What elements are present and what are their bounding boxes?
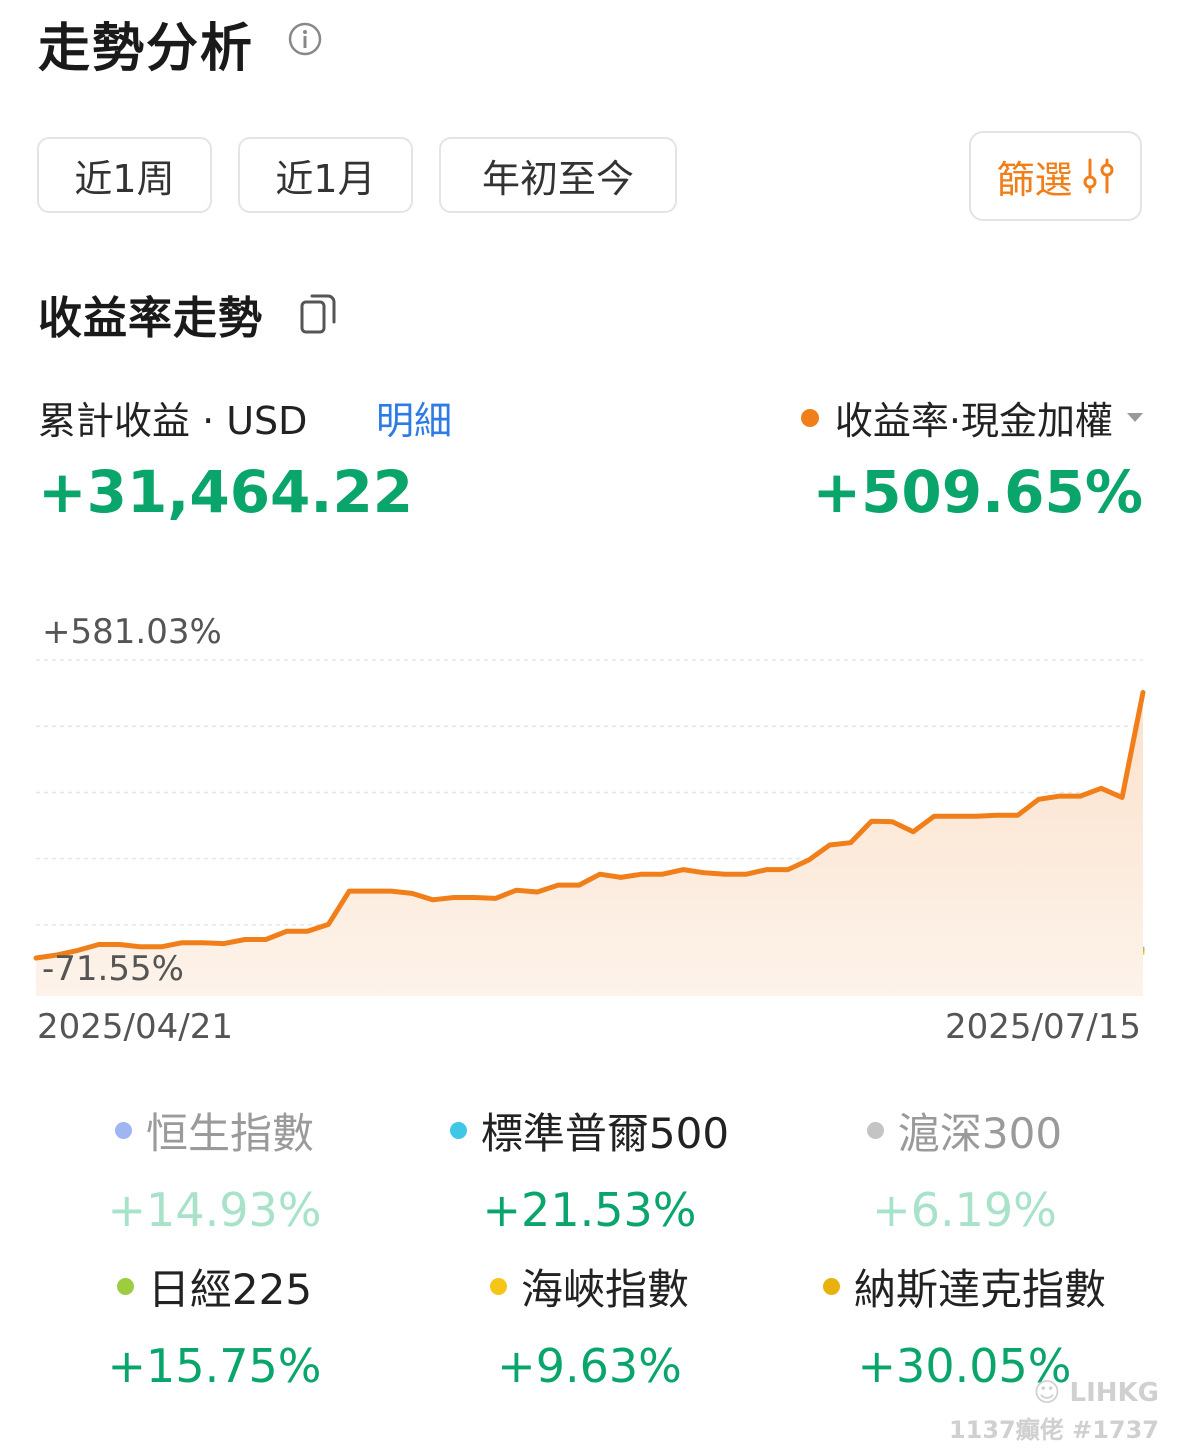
section-title: 收益率走勢 xyxy=(38,293,263,344)
benchmark-name: 標準普爾500 xyxy=(393,1100,786,1161)
benchmark-name: 海峽指數 xyxy=(393,1256,786,1317)
benchmark-legend-dot xyxy=(866,1122,884,1139)
watermark-logo: ☺ LIHKG xyxy=(1033,1378,1159,1408)
range-tab-1w[interactable]: 近1周 xyxy=(37,137,212,213)
x-start-label: 2025/04/21 xyxy=(37,1007,233,1047)
benchmark-name-text: 納斯達克指數 xyxy=(853,1265,1106,1314)
cumulative-value: +31,464.22 xyxy=(38,458,414,526)
cumulative-label: 累計收益 · USD xyxy=(38,399,308,443)
watermark-user: 1137癲佬 #1737 xyxy=(948,1416,1159,1444)
page-title: 走勢分析 xyxy=(38,19,255,79)
benchmark-value: +21.53% xyxy=(482,1183,697,1237)
benchmark-item[interactable]: 海峽指數 +9.63% xyxy=(393,1256,786,1393)
filter-label: 篩選 xyxy=(996,157,1073,202)
benchmark-item[interactable]: 納斯達克指數 +30.05% xyxy=(768,1256,1161,1393)
return-chart: -71.55% xyxy=(33,659,1146,996)
benchmark-value: +9.63% xyxy=(497,1339,682,1393)
benchmark-value: +15.75% xyxy=(107,1339,322,1393)
benchmark-name-text: 日經225 xyxy=(147,1265,313,1314)
benchmark-legend-dot xyxy=(822,1278,840,1295)
info-circle-icon[interactable] xyxy=(288,22,322,56)
caret-down-icon xyxy=(1127,413,1143,422)
benchmark-name: 恒生指數 xyxy=(18,1100,411,1161)
benchmark-name: 滬深300 xyxy=(768,1100,1161,1161)
benchmark-value: +14.93% xyxy=(107,1183,322,1237)
x-end-label: 2025/07/15 xyxy=(945,1007,1141,1047)
benchmark-legend-dot xyxy=(489,1278,507,1295)
copy-icon[interactable] xyxy=(298,290,342,336)
range-tab-ytd[interactable]: 年初至今 xyxy=(439,137,677,213)
filter-button[interactable]: 篩選 xyxy=(969,131,1142,221)
range-tab-1m[interactable]: 近1月 xyxy=(238,137,413,213)
benchmark-legend-dot xyxy=(449,1122,467,1139)
benchmark-name-text: 標準普爾500 xyxy=(480,1109,730,1158)
benchmark-value: +6.19% xyxy=(872,1183,1057,1237)
y-min-label: -71.55% xyxy=(42,949,184,989)
benchmark-legend-dot xyxy=(116,1278,134,1295)
benchmark-item[interactable]: 標準普爾500 +21.53% xyxy=(393,1100,786,1237)
benchmark-name: 日經225 xyxy=(18,1256,411,1317)
rate-value: +509.65% xyxy=(812,458,1143,526)
benchmark-name-text: 恒生指數 xyxy=(145,1109,314,1158)
rate-legend-dot xyxy=(800,408,819,427)
benchmark-name-text: 滬深300 xyxy=(897,1109,1063,1158)
rate-type-selector[interactable]: 收益率·現金加權 xyxy=(800,390,1143,445)
series-area xyxy=(36,692,1143,996)
sliders-icon xyxy=(1083,158,1113,194)
rate-type-label: 收益率·現金加權 xyxy=(834,399,1113,443)
benchmark-item[interactable]: 恒生指數 +14.93% xyxy=(18,1100,411,1237)
benchmark-name: 納斯達克指數 xyxy=(768,1256,1161,1317)
benchmark-legend-dot xyxy=(114,1122,132,1139)
watermark-line1: LIHKG xyxy=(1069,1378,1160,1408)
detail-link[interactable]: 明細 xyxy=(376,390,452,445)
benchmark-item[interactable]: 滬深300 +6.19% xyxy=(768,1100,1161,1237)
benchmark-name-text: 海峽指數 xyxy=(520,1265,689,1314)
benchmark-item[interactable]: 日經225 +15.75% xyxy=(18,1256,411,1393)
